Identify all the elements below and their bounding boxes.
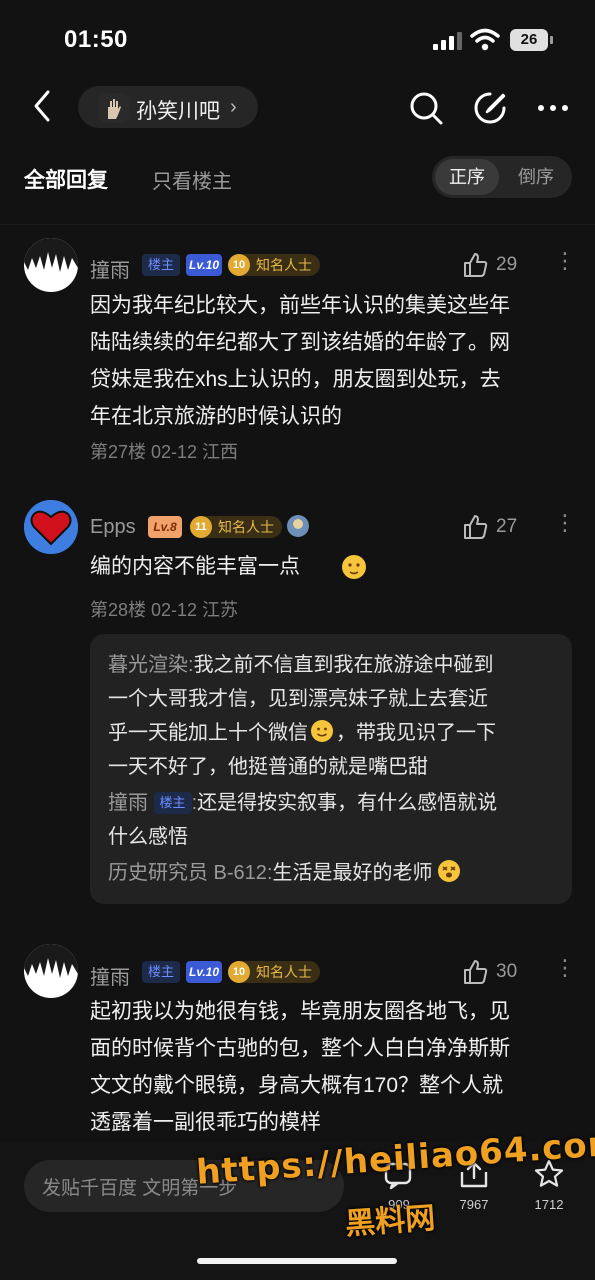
sub-reply-text: 一个大哥我才信，见到漂亮妹子就上去套近 xyxy=(108,688,488,710)
tab-owner-only[interactable]: 只看楼主 xyxy=(152,165,232,194)
sub-reply: 暮光渲染:我之前不信直到我在旅游途中碰到 一个大哥我才信，见到漂亮妹子就上去套近… xyxy=(108,648,558,784)
level-badge: Lv.10 xyxy=(186,961,222,983)
more-icon[interactable] xyxy=(536,88,570,128)
comment-line: 陆陆续续的年纪都大了到该结婚的年龄了。网 xyxy=(90,331,510,354)
sub-reply-line: 撞雨 楼主:还是得按实叙事，有什么感悟就说 xyxy=(108,786,558,820)
decoration-badge-icon xyxy=(287,515,309,537)
signal-icon xyxy=(433,32,462,50)
chevron-right-icon: › xyxy=(230,96,237,118)
sub-reply: 历史研究员 B-612:生活是最好的老师 xyxy=(108,856,558,890)
wifi-icon xyxy=(470,28,500,51)
share-count: 7967 xyxy=(459,1197,489,1212)
sub-reply-text: 乎一天能加上十个微信 xyxy=(108,722,308,744)
emoji-icon xyxy=(342,555,366,579)
sub-reply-line: 乎一天能加上十个微信 ，带我见识了一下 xyxy=(108,716,558,750)
avatar-image xyxy=(24,944,78,998)
medal-icon: 10 xyxy=(228,254,250,276)
comment-line: 面的时候背个古驰的包，整个人白白净净斯斯 xyxy=(90,1037,510,1060)
more-vertical-icon[interactable]: ⋮ xyxy=(554,510,576,536)
level-badge: Lv.8 xyxy=(148,516,182,538)
hand-icon xyxy=(99,93,129,123)
back-icon[interactable] xyxy=(28,86,56,126)
sub-reply-author[interactable]: 撞雨 xyxy=(108,792,148,814)
medal-icon: 10 xyxy=(228,961,250,983)
watermark-name: 黑料网 xyxy=(344,1201,437,1242)
comment-meta: 第27楼 02-12 江西 xyxy=(90,442,239,462)
home-indicator xyxy=(197,1258,397,1264)
sub-reply-text: ，带我见识了一下 xyxy=(336,722,496,744)
avatar[interactable] xyxy=(24,238,78,292)
comment-line: 年在北京旅游的时候认识的 xyxy=(90,405,342,428)
comment-meta: 第28楼 02-12 江苏 xyxy=(90,600,239,620)
more-vertical-icon[interactable]: ⋮ xyxy=(554,248,576,274)
edit-icon[interactable] xyxy=(470,88,510,128)
owner-badge: 楼主 xyxy=(153,792,192,814)
status-time: 01:50 xyxy=(64,26,128,53)
sub-reply-text: 什么感悟 xyxy=(108,826,188,848)
forum-avatar xyxy=(99,93,129,123)
smile-emoji-icon xyxy=(311,720,333,742)
thumbs-up-icon[interactable] xyxy=(462,252,488,278)
avatar[interactable] xyxy=(24,944,78,998)
sub-reply-text: 还是得按实叙事，有什么感悟就说 xyxy=(197,792,498,814)
heart-icon xyxy=(24,500,78,554)
owner-badge: 楼主 xyxy=(142,961,180,983)
level-badge: Lv.10 xyxy=(186,254,222,276)
like-count: 29 xyxy=(496,254,518,275)
comment-text: 因为我年纪比较大，前些年认识的集美这些年 陆陆续续的年纪都大了到该结婚的年龄了。… xyxy=(90,287,580,435)
like-count: 27 xyxy=(496,516,518,537)
comment-line: 起初我以为她很有钱，毕竟朋友圈各地飞，见 xyxy=(90,1000,510,1023)
sub-reply-text: 我之前不信直到我在旅游途中碰到 xyxy=(193,654,494,676)
comment-text: 编的内容不能丰富一点 xyxy=(90,555,300,578)
thumbs-up-icon[interactable] xyxy=(462,514,488,540)
battery-tip xyxy=(550,36,553,44)
sub-reply-line: 历史研究员 B-612:生活是最好的老师 xyxy=(108,856,558,890)
comment-line: 文文的戴个眼镜，身高大概有170？整个人就 xyxy=(90,1074,504,1097)
sub-reply: 撞雨 楼主:还是得按实叙事，有什么感悟就说 什么感悟 xyxy=(108,786,558,854)
sub-reply-author[interactable]: 暮光渲染 xyxy=(108,654,188,676)
search-icon[interactable] xyxy=(406,88,446,128)
avatar-image xyxy=(24,238,78,292)
owner-badge: 楼主 xyxy=(142,254,180,276)
username[interactable]: 撞雨 xyxy=(90,961,130,990)
star-count: 1712 xyxy=(534,1197,564,1212)
username[interactable]: Epps xyxy=(90,516,136,539)
sub-reply-text: 一天不好了，他挺普通的就是嘴巴甜 xyxy=(108,756,428,778)
dizzy-emoji-icon xyxy=(437,860,460,882)
like-count: 30 xyxy=(496,961,518,982)
username[interactable]: 撞雨 xyxy=(90,254,130,283)
tab-all-replies[interactable]: 全部回复 xyxy=(24,164,108,194)
sub-reply-text: 生活是最好的老师 xyxy=(272,862,433,884)
sub-reply-author[interactable]: 历史研究员 B-612 xyxy=(108,862,267,884)
comment-text: 起初我以为她很有钱，毕竟朋友圈各地飞，见 面的时候背个古驰的包，整个人白白净净斯… xyxy=(90,993,580,1141)
order-ascending-button[interactable]: 正序 xyxy=(435,159,499,195)
sub-reply-line: 暮光渲染:我之前不信直到我在旅游途中碰到 xyxy=(108,648,558,682)
avatar[interactable] xyxy=(24,500,78,554)
comment-line: 因为我年纪比较大，前些年认识的集美这些年 xyxy=(90,294,510,317)
forum-name: 孙笑川吧 xyxy=(136,100,220,123)
thumbs-up-icon[interactable] xyxy=(462,959,488,985)
order-descending-button[interactable]: 倒序 xyxy=(505,159,567,195)
more-vertical-icon[interactable]: ⋮ xyxy=(554,955,576,981)
battery-icon: 26 xyxy=(510,29,548,51)
comment-line: 贷妹是我在xhs上认识的，朋友圈到处玩，去 xyxy=(90,368,501,391)
medal-icon: 11 xyxy=(190,516,212,538)
